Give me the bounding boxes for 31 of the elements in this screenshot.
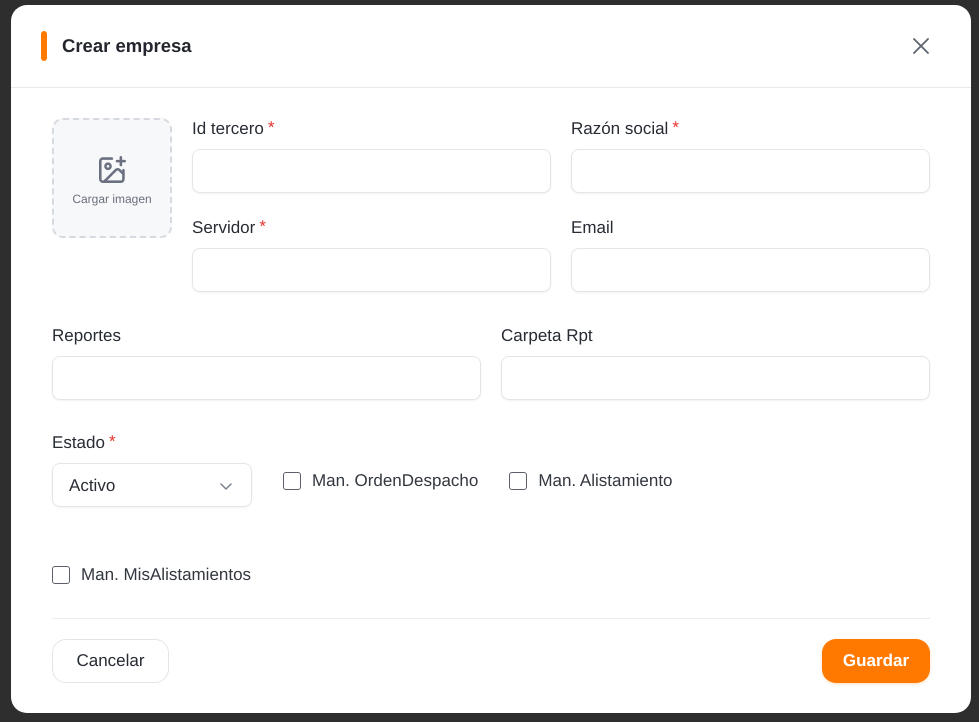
required-asterisk: *: [259, 217, 266, 237]
field-label: Servidor: [192, 217, 256, 239]
field-label: Reportes: [52, 325, 121, 347]
required-asterisk: *: [672, 118, 679, 138]
close-icon[interactable]: [913, 38, 929, 54]
input-field[interactable]: [52, 356, 481, 400]
dialog-title: Crear empresa: [62, 35, 193, 57]
checkbox-label: Man. MisAlistamientos: [81, 565, 252, 585]
checkbox[interactable]: [52, 566, 70, 584]
field-label: Email: [571, 217, 614, 239]
required-asterisk: *: [108, 432, 116, 452]
image-add-icon: [98, 156, 126, 183]
input-field[interactable]: [571, 248, 930, 292]
field-label: Id tercero: [192, 118, 264, 140]
field-label: Carpeta Rpt: [501, 325, 593, 347]
checkbox-label: Man. Alistamiento: [538, 471, 673, 491]
accent-bar: [41, 31, 47, 61]
checkbox[interactable]: [509, 472, 528, 490]
image-upload-button[interactable]: Cargar imagen: [52, 118, 172, 238]
field-label: Razón social: [571, 118, 668, 140]
input-field[interactable]: [571, 149, 930, 193]
checkbox[interactable]: [283, 472, 301, 490]
field-label: Estado: [52, 432, 105, 454]
required-asterisk: *: [268, 118, 274, 138]
input-field[interactable]: [192, 248, 551, 292]
input-field[interactable]: [501, 356, 930, 400]
checkbox-label: Man. OrdenDespacho: [312, 471, 478, 491]
status-select[interactable]: Activo: [52, 463, 252, 507]
input-field[interactable]: [192, 149, 551, 193]
cancel-button[interactable]: Cancelar: [52, 639, 169, 683]
chevron-down-icon: [220, 482, 232, 490]
